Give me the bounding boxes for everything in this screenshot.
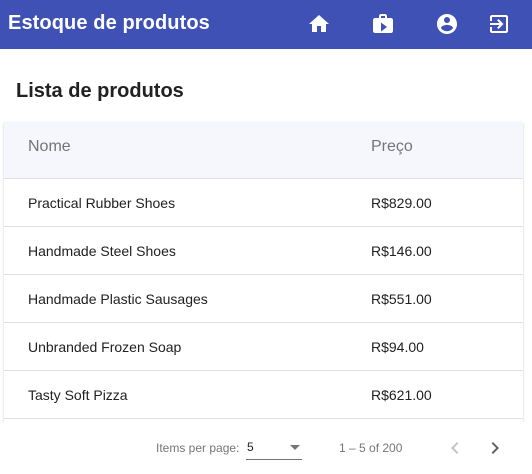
logout-button[interactable] bbox=[482, 8, 516, 40]
page-title: Lista de produtos bbox=[16, 80, 184, 102]
items-per-page-label: Items per page: bbox=[156, 441, 240, 455]
products-icon bbox=[373, 14, 393, 33]
product-price: R$621.00 bbox=[371, 387, 432, 403]
column-header-name[interactable]: Nome bbox=[28, 138, 71, 156]
page-size-value: 5 bbox=[247, 440, 254, 454]
account-icon bbox=[437, 14, 457, 34]
app-title: Estoque de produtos bbox=[8, 12, 210, 34]
table-row[interactable]: Practical Rubber Shoes R$829.00 bbox=[4, 179, 523, 227]
product-price: R$94.00 bbox=[371, 339, 424, 355]
table-row[interactable]: Unbranded Frozen Soap R$94.00 bbox=[4, 323, 523, 371]
chevron-right-icon bbox=[491, 442, 499, 454]
home-icon bbox=[309, 15, 329, 32]
table-row[interactable]: Handmade Steel Shoes R$146.00 bbox=[4, 227, 523, 275]
account-button[interactable] bbox=[430, 8, 464, 40]
product-name: Handmade Plastic Sausages bbox=[28, 291, 208, 307]
logout-icon bbox=[490, 15, 508, 33]
range-label: 1 – 5 of 200 bbox=[339, 441, 403, 455]
product-name: Practical Rubber Shoes bbox=[28, 195, 176, 211]
page-size-select[interactable]: 5 bbox=[246, 434, 302, 460]
table-row[interactable]: Handmade Plastic Sausages R$551.00 bbox=[4, 275, 523, 323]
paginator: Items per page: 5 1 – 5 of 200 bbox=[0, 422, 532, 474]
previous-page-button[interactable] bbox=[440, 433, 470, 463]
table-row[interactable]: Tasty Soft Pizza R$621.00 bbox=[4, 371, 523, 419]
product-name: Tasty Soft Pizza bbox=[28, 387, 128, 403]
home-button[interactable] bbox=[302, 8, 336, 40]
table-header-row: Nome Preço bbox=[4, 122, 523, 179]
product-name: Handmade Steel Shoes bbox=[28, 243, 176, 259]
products-table: Nome Preço Practical Rubber Shoes R$829.… bbox=[4, 122, 523, 422]
column-header-price[interactable]: Preço bbox=[371, 138, 413, 156]
product-price: R$829.00 bbox=[371, 195, 432, 211]
product-name: Unbranded Frozen Soap bbox=[28, 339, 182, 355]
products-button[interactable] bbox=[366, 8, 400, 40]
chevron-left-icon bbox=[451, 442, 459, 454]
product-price: R$146.00 bbox=[371, 243, 432, 259]
dropdown-arrow-icon bbox=[290, 445, 300, 450]
product-price: R$551.00 bbox=[371, 291, 432, 307]
app-toolbar: Estoque de produtos bbox=[0, 0, 532, 49]
next-page-button[interactable] bbox=[480, 433, 510, 463]
